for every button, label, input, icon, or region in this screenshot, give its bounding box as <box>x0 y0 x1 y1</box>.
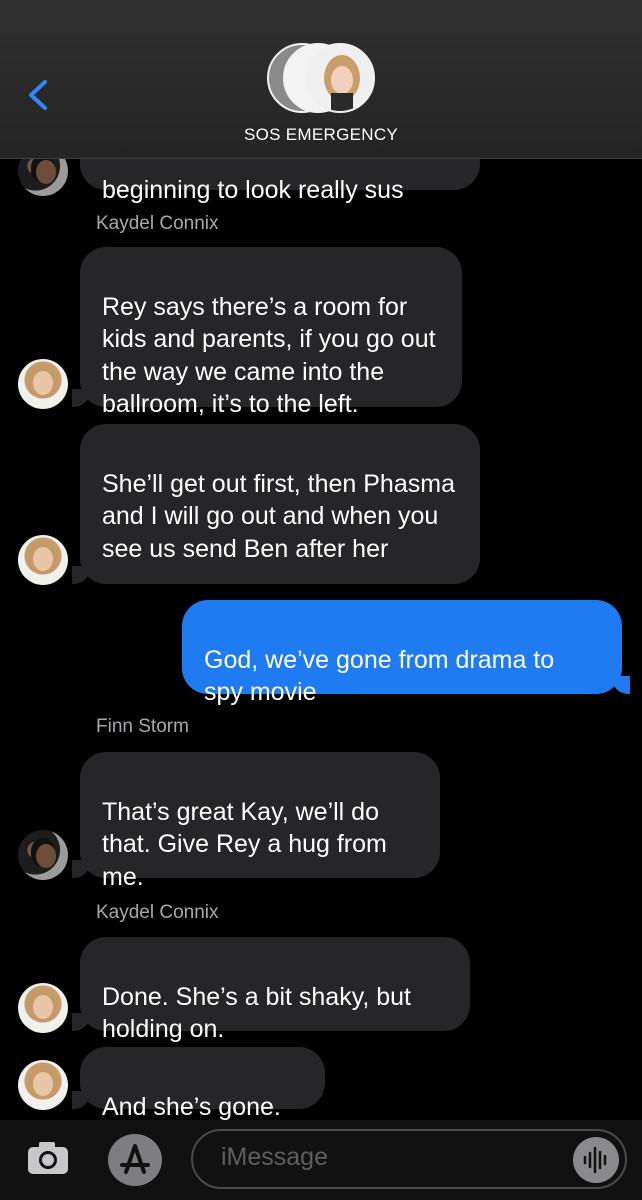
bubble-tail <box>72 1013 90 1031</box>
message-thread: beginning to look really sus Kaydel Conn… <box>0 0 642 1200</box>
camera-icon[interactable] <box>26 1140 70 1176</box>
message-text: beginning to look really sus <box>102 175 404 204</box>
message-text: God, we’ve gone from drama to spy movie <box>204 645 555 707</box>
conversation-title[interactable]: SOS EMERGENCY <box>0 125 642 145</box>
group-avatar-member <box>305 43 375 113</box>
message-text: She’ll get out first, then Phasma and I … <box>102 469 455 563</box>
message-bubble-incoming[interactable]: Done. She’s a bit shaky, but holding on. <box>80 937 470 1043</box>
message-input-placeholder: iMessage <box>221 1143 328 1171</box>
message-bubble-incoming[interactable]: She’ll get out first, then Phasma and I … <box>80 424 480 584</box>
message-text: That’s great Kay, we’ll do that. Give Re… <box>102 797 387 891</box>
avatar-face <box>33 547 53 571</box>
avatar-finn-storm[interactable] <box>18 830 68 880</box>
group-avatar[interactable] <box>267 41 375 115</box>
message-bubble-incoming[interactable]: Rey says there’s a room for kids and par… <box>80 247 462 418</box>
message-bubble-incoming[interactable]: And she’s gone. <box>80 1047 325 1121</box>
bubble-tail <box>72 860 90 878</box>
avatar-face <box>33 371 53 395</box>
bubble-tail <box>612 676 630 694</box>
avatar-kaydel-connix[interactable] <box>18 983 68 1033</box>
sender-name: Finn Storm <box>96 716 189 737</box>
avatar-kaydel-connix[interactable] <box>18 535 68 585</box>
app-store-icon[interactable] <box>108 1134 162 1186</box>
avatar-face <box>33 1072 53 1096</box>
message-bubble-incoming[interactable]: That’s great Kay, we’ll do that. Give Re… <box>80 752 440 891</box>
message-text: Rey says there’s a room for kids and par… <box>102 292 436 419</box>
bubble-tail <box>72 1091 90 1109</box>
avatar-face <box>33 995 53 1019</box>
sender-name: Kaydel Connix <box>96 213 219 234</box>
message-text: And she’s gone. <box>102 1092 281 1121</box>
message-input[interactable]: iMessage <box>191 1129 627 1189</box>
avatar-face <box>36 844 56 868</box>
avatar-kaydel-connix[interactable] <box>18 359 68 409</box>
audio-waveform-glyph-icon <box>583 1146 607 1174</box>
app-store-glyph-icon <box>120 1144 150 1174</box>
audio-waveform-icon[interactable] <box>573 1137 619 1183</box>
conversation-header: SOS EMERGENCY <box>0 0 642 159</box>
avatar-face <box>36 160 56 184</box>
portrait-icon <box>307 45 373 111</box>
sender-name: Kaydel Connix <box>96 902 219 923</box>
bubble-tail <box>72 389 90 407</box>
chevron-left-icon[interactable] <box>25 80 51 110</box>
avatar-kaydel-connix[interactable] <box>18 1060 68 1110</box>
message-text: Done. She’s a bit shaky, but holding on. <box>102 982 411 1044</box>
message-bubble-outgoing[interactable]: God, we’ve gone from drama to spy movie <box>182 600 622 706</box>
bubble-tail <box>72 566 90 584</box>
